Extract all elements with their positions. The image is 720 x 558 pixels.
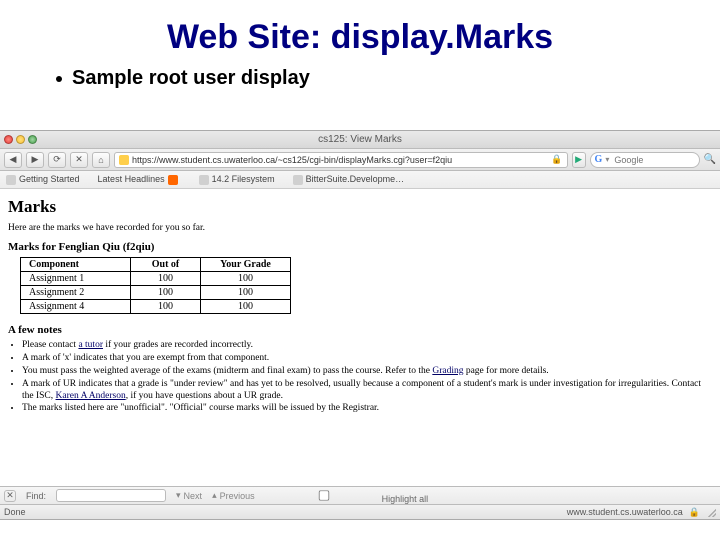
search-engine-icon: G xyxy=(595,154,603,165)
note-text: if your grades are recorded incorrectly. xyxy=(103,340,253,350)
note-text: A mark of 'x' indicates that you are exe… xyxy=(22,353,269,363)
arrow-down-icon: ▾ xyxy=(176,490,181,501)
table-cell: 100 xyxy=(131,286,201,300)
slide-bullet: Sample root user display xyxy=(56,67,720,90)
note-text: , if you have questions about a UR grade… xyxy=(126,391,283,401)
th-component: Component xyxy=(21,258,131,272)
marks-table: Component Out of Your Grade Assignment 1… xyxy=(20,257,291,314)
table-row: Assignment 4100100 xyxy=(21,300,291,314)
resize-handle-icon[interactable] xyxy=(706,507,716,517)
home-button[interactable]: ⌂ xyxy=(92,152,110,168)
find-next-button[interactable]: ▾Next xyxy=(176,490,202,501)
table-cell: 100 xyxy=(201,300,291,314)
note-text: You must pass the weighted average of th… xyxy=(22,366,432,376)
slide-bullet-text: Sample root user display xyxy=(72,67,310,90)
status-text: Done xyxy=(4,507,26,517)
marks-subhead: Marks for Fenglian Qiu (f2qiu) xyxy=(8,241,712,253)
search-bar[interactable]: G ▾ xyxy=(590,152,700,168)
lock-icon: 🔒 xyxy=(689,507,700,518)
note-link[interactable]: a tutor xyxy=(78,340,103,350)
list-item: A mark of 'x' indicates that you are exe… xyxy=(22,353,712,365)
back-button[interactable]: ◀ xyxy=(4,152,22,168)
page-heading: Marks xyxy=(8,197,712,217)
bookmark-item[interactable]: Getting Started xyxy=(6,174,80,185)
bookmark-item[interactable]: 14.2 Filesystem xyxy=(199,174,275,185)
table-row: Assignment 2100100 xyxy=(21,286,291,300)
intro-text: Here are the marks we have recorded for … xyxy=(8,223,712,233)
highlight-checkbox[interactable] xyxy=(280,490,368,500)
note-link[interactable]: Grading xyxy=(432,366,463,376)
table-cell: 100 xyxy=(201,286,291,300)
lock-icon: 🔒 xyxy=(551,154,562,165)
arrow-up-icon: ▴ xyxy=(212,490,217,501)
list-item: Please contact a tutor if your grades ar… xyxy=(22,340,712,352)
bookmarks-toolbar: Getting Started Latest Headlines 14.2 Fi… xyxy=(0,171,720,189)
bookmark-label: Latest Headlines xyxy=(98,174,165,184)
status-bar: Done www.student.cs.uwaterloo.ca 🔒 xyxy=(0,504,720,519)
browser-window: cs125: View Marks ◀ ▶ ⟳ ✕ ⌂ https://www.… xyxy=(0,130,720,520)
reload-button[interactable]: ⟳ xyxy=(48,152,66,168)
notes-list: Please contact a tutor if your grades ar… xyxy=(22,340,712,415)
table-cell: 100 xyxy=(131,272,201,286)
page-icon xyxy=(199,175,209,185)
rss-icon xyxy=(168,175,178,185)
window-titlebar: cs125: View Marks xyxy=(0,131,720,149)
highlight-all-toggle[interactable]: Highlight all xyxy=(265,486,429,505)
bookmark-item[interactable]: BitterSuite.Developme… xyxy=(293,174,405,185)
find-next-label: Next xyxy=(184,491,203,501)
find-input[interactable] xyxy=(56,489,166,502)
table-cell: Assignment 4 xyxy=(21,300,131,314)
status-domain: www.student.cs.uwaterloo.ca xyxy=(567,507,683,517)
search-icon[interactable]: 🔍 xyxy=(704,154,716,165)
list-item: A mark of UR indicates that a grade is "… xyxy=(22,379,712,403)
table-cell: Assignment 2 xyxy=(21,286,131,300)
find-bar: ✕ Find: ▾Next ▴Previous Highlight all xyxy=(0,486,720,504)
url-text: https://www.student.cs.uwaterloo.ca/~cs1… xyxy=(132,155,452,165)
list-item: You must pass the weighted average of th… xyxy=(22,366,712,378)
find-label: Find: xyxy=(26,491,46,501)
note-text: page for more details. xyxy=(463,366,548,376)
list-item: The marks listed here are "unofficial". … xyxy=(22,403,712,415)
note-link[interactable]: Karen A Anderson xyxy=(56,391,126,401)
nav-toolbar: ◀ ▶ ⟳ ✕ ⌂ https://www.student.cs.uwaterl… xyxy=(0,149,720,171)
page-content: Marks Here are the marks we have recorde… xyxy=(0,189,720,479)
slide-title: Web Site: display.Marks xyxy=(0,18,720,57)
table-header-row: Component Out of Your Grade xyxy=(21,258,291,272)
table-cell: Assignment 1 xyxy=(21,272,131,286)
find-prev-button[interactable]: ▴Previous xyxy=(212,490,255,501)
favicon-icon xyxy=(119,155,129,165)
table-cell: 100 xyxy=(131,300,201,314)
window-title: cs125: View Marks xyxy=(0,134,720,145)
note-text: The marks listed here are "unofficial". … xyxy=(22,403,379,413)
th-outof: Out of xyxy=(131,258,201,272)
close-findbar-button[interactable]: ✕ xyxy=(4,490,16,502)
th-grade: Your Grade xyxy=(201,258,291,272)
highlight-label: Highlight all xyxy=(382,494,429,504)
table-cell: 100 xyxy=(201,272,291,286)
notes-heading: A few notes xyxy=(8,324,712,336)
bookmark-item[interactable]: Latest Headlines xyxy=(98,174,181,185)
forward-button[interactable]: ▶ xyxy=(26,152,44,168)
address-bar[interactable]: https://www.student.cs.uwaterloo.ca/~cs1… xyxy=(114,152,568,168)
go-button[interactable]: ▶ xyxy=(572,152,586,168)
page-icon xyxy=(293,175,303,185)
bullet-dot-icon xyxy=(56,76,62,82)
bookmark-label: BitterSuite.Developme… xyxy=(306,174,405,184)
chevron-down-icon[interactable]: ▾ xyxy=(605,155,609,164)
bookmark-label: 14.2 Filesystem xyxy=(212,174,275,184)
find-prev-label: Previous xyxy=(220,491,255,501)
table-row: Assignment 1100100 xyxy=(21,272,291,286)
stop-button[interactable]: ✕ xyxy=(70,152,88,168)
note-text: Please contact xyxy=(22,340,78,350)
page-icon xyxy=(6,175,16,185)
bookmark-label: Getting Started xyxy=(19,174,80,184)
